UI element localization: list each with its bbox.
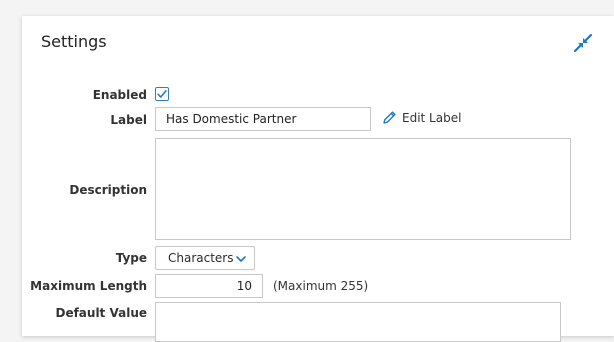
enabled-checkbox[interactable] xyxy=(155,87,169,101)
pencil-icon xyxy=(383,111,396,124)
default-value-input[interactable] xyxy=(155,302,561,342)
default-value-label: Default Value xyxy=(55,306,147,320)
max-length-input[interactable]: 10 xyxy=(155,274,263,298)
description-label: Description xyxy=(69,183,147,197)
type-label: Type xyxy=(115,251,147,265)
collapse-button[interactable] xyxy=(573,33,593,53)
label-field-label: Label xyxy=(110,113,147,127)
type-select-value: Characters xyxy=(168,251,234,265)
settings-panel: Settings Enabled Label Has Domestic Part… xyxy=(22,16,614,342)
description-textarea[interactable] xyxy=(155,138,571,240)
edit-label-link[interactable]: Edit Label xyxy=(382,110,461,125)
enabled-label: Enabled xyxy=(92,88,147,102)
chevron-down-icon xyxy=(236,256,246,262)
label-input[interactable]: Has Domestic Partner xyxy=(155,107,371,131)
checkmark-icon xyxy=(157,90,167,98)
collapse-arrows-icon xyxy=(573,33,593,53)
type-select[interactable]: Characters xyxy=(155,246,255,270)
panel-title: Settings xyxy=(41,32,107,51)
max-length-hint: (Maximum 255) xyxy=(273,279,369,293)
max-length-label: Maximum Length xyxy=(30,279,147,293)
edit-label-text: Edit Label xyxy=(402,111,462,125)
